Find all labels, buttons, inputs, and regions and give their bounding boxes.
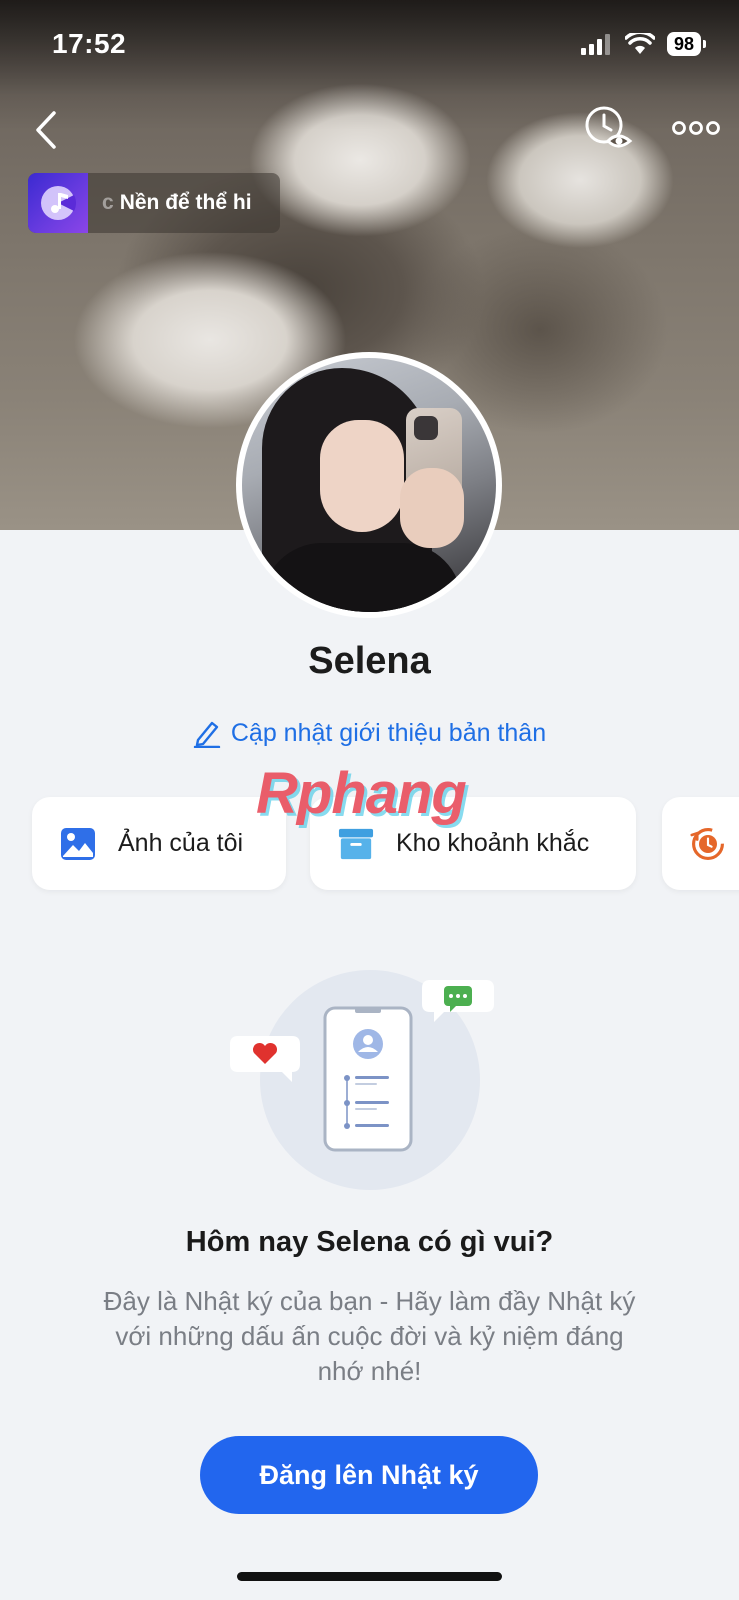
- memory-clock-icon: [690, 826, 726, 862]
- avatar[interactable]: [236, 352, 502, 618]
- music-cover: [28, 173, 88, 233]
- profile-views-button[interactable]: [582, 103, 636, 155]
- chevron-left-icon: [36, 111, 56, 149]
- avatar-photo: [242, 358, 496, 612]
- diary-empty-illustration: [230, 960, 510, 1200]
- back-button[interactable]: [24, 105, 68, 155]
- more-dots-icon: [672, 121, 720, 135]
- my-photos-label: Ảnh của tôi: [118, 829, 244, 857]
- archive-box-icon: [338, 826, 374, 862]
- status-icons: 98: [580, 32, 707, 56]
- watermark-logo: Rphang: [256, 761, 467, 826]
- status-time: 17:52: [52, 28, 127, 59]
- empty-state-title: Hôm nay Selena có gì vui?: [185, 1226, 554, 1258]
- pencil-icon: [193, 721, 221, 748]
- post-to-diary-button[interactable]: Đăng lên Nhật ký: [200, 1436, 538, 1514]
- music-note-icon: [41, 186, 76, 220]
- cellular-signal-icon: [580, 34, 610, 55]
- battery-indicator: 98: [666, 32, 707, 56]
- clock-eye-icon: [585, 106, 633, 148]
- music-title-text: Nền để thể hi: [119, 191, 252, 214]
- my-photos-button[interactable]: Ảnh của tôi: [32, 797, 286, 890]
- moments-archive-label: Kho khoảnh khắc: [396, 829, 590, 857]
- profile-music-chip[interactable]: c Nền để thể hi: [28, 173, 280, 233]
- home-indicator[interactable]: [237, 1572, 502, 1581]
- music-title-prefix: c: [102, 191, 114, 214]
- update-bio-label: Cập nhật giới thiệu bản thân: [230, 718, 547, 747]
- empty-state-description: Đây là Nhật ký của bạn - Hãy làm đầy Nhậ…: [103, 1286, 636, 1386]
- music-title: c Nền để thể hi: [102, 191, 252, 215]
- phone-profile-illustration: [230, 980, 494, 1152]
- image-icon: [60, 826, 96, 862]
- memories-button[interactable]: [662, 797, 739, 890]
- profile-name: Selena: [308, 640, 431, 682]
- status-bar: 17:52 98: [0, 0, 739, 90]
- wifi-icon: [624, 33, 655, 54]
- update-bio-link[interactable]: Cập nhật giới thiệu bản thân: [0, 718, 739, 748]
- more-options-button[interactable]: [668, 110, 724, 146]
